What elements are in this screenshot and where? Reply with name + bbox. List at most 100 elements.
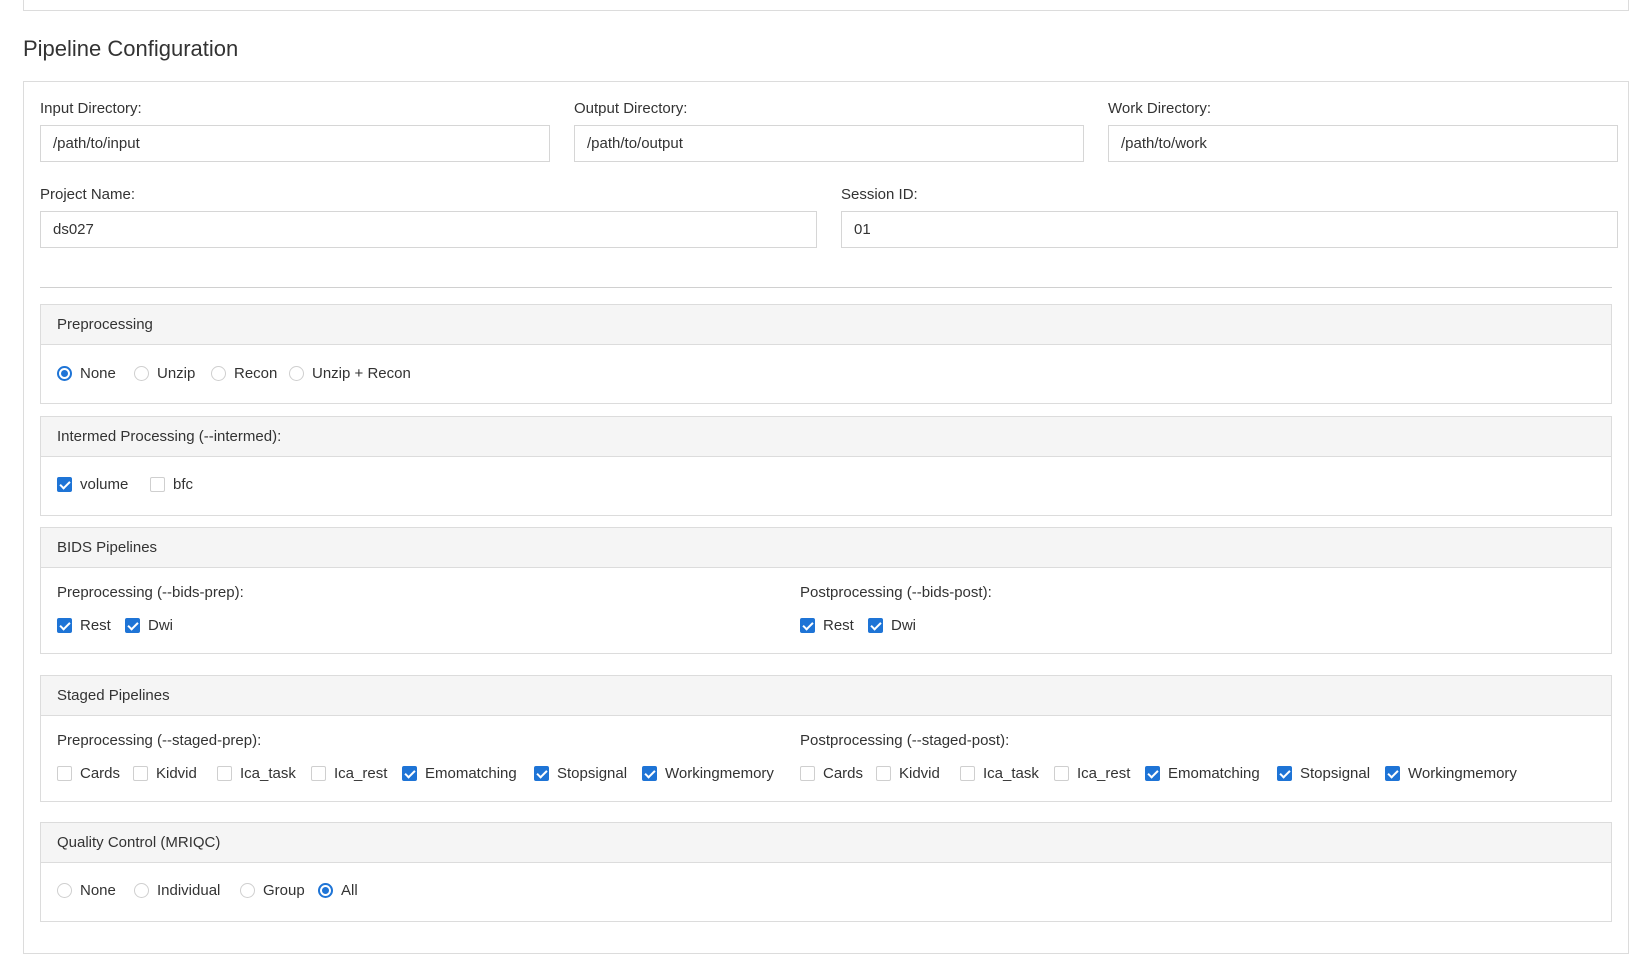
staged-post-emomatching[interactable]: Emomatching: [1145, 764, 1260, 782]
session-id-field[interactable]: [841, 211, 1618, 248]
option-label: volume: [80, 475, 129, 493]
checkbox-unchecked[interactable]: [150, 476, 165, 492]
checkbox-checked[interactable]: [642, 765, 657, 781]
checkbox-checked[interactable]: [125, 617, 140, 633]
option-label: Kidvid: [899, 764, 940, 782]
preprocessing-option-none[interactable]: None: [57, 364, 116, 382]
staged-pipelines-header: Staged Pipelines: [41, 676, 1611, 716]
option-label: All: [341, 881, 358, 899]
bids-prep-dwi[interactable]: Dwi: [125, 616, 173, 634]
radio-unselected[interactable]: [134, 365, 149, 381]
checkbox-checked[interactable]: [57, 476, 72, 492]
staged-prep-stopsignal[interactable]: Stopsignal: [534, 764, 627, 782]
staged-post-ica-task[interactable]: Ica_task: [960, 764, 1039, 782]
option-label: Emomatching: [1168, 764, 1260, 782]
checkbox-unchecked[interactable]: [1054, 765, 1069, 781]
option-label: Cards: [80, 764, 121, 782]
mriqc-group: Quality Control (MRIQC) None Individual …: [40, 822, 1612, 922]
work-directory-label: Work Directory:: [1108, 100, 1212, 117]
checkbox-checked[interactable]: [1385, 765, 1400, 781]
bids-prep-rest[interactable]: Rest: [57, 616, 111, 634]
radio-unselected[interactable]: [211, 365, 226, 381]
staged-post-label: Postprocessing (--staged-post):: [800, 732, 1010, 749]
input-directory-field[interactable]: [40, 125, 550, 162]
checkbox-checked[interactable]: [1277, 765, 1292, 781]
option-label: Rest: [80, 616, 111, 634]
option-label: Individual: [157, 881, 221, 899]
radio-unselected[interactable]: [57, 882, 72, 898]
section-divider: [40, 287, 1612, 288]
option-label: Unzip: [157, 364, 196, 382]
preprocessing-group: Preprocessing None Unzip Recon Unzip + R…: [40, 304, 1612, 404]
staged-post-cards[interactable]: Cards: [800, 764, 863, 782]
mriqc-option-individual[interactable]: Individual: [134, 881, 220, 899]
mriqc-option-all[interactable]: All: [318, 881, 358, 899]
project-name-label: Project Name:: [40, 186, 136, 203]
intermed-group: Intermed Processing (--intermed): volume…: [40, 416, 1612, 516]
staged-prep-kidvid[interactable]: Kidvid: [133, 764, 197, 782]
staged-prep-emomatching[interactable]: Emomatching: [402, 764, 517, 782]
radio-unselected[interactable]: [134, 882, 149, 898]
checkbox-unchecked[interactable]: [800, 765, 815, 781]
work-directory-field[interactable]: [1108, 125, 1618, 162]
option-label: Ica_rest: [334, 764, 388, 782]
option-label: Group: [263, 881, 305, 899]
option-label: Rest: [823, 616, 854, 634]
option-label: Dwi: [891, 616, 916, 634]
checkbox-checked[interactable]: [57, 617, 72, 633]
bids-post-rest[interactable]: Rest: [800, 616, 854, 634]
option-label: Workingmemory: [1408, 764, 1517, 782]
bids-post-label: Postprocessing (--bids-post):: [800, 584, 992, 601]
checkbox-checked[interactable]: [534, 765, 549, 781]
staged-prep-workingmemory[interactable]: Workingmemory: [642, 764, 774, 782]
preprocessing-option-recon[interactable]: Recon: [211, 364, 277, 382]
checkbox-unchecked[interactable]: [57, 765, 72, 781]
checkbox-unchecked[interactable]: [960, 765, 975, 781]
option-label: Kidvid: [156, 764, 197, 782]
mriqc-option-none[interactable]: None: [57, 881, 116, 899]
staged-post-ica-rest[interactable]: Ica_rest: [1054, 764, 1130, 782]
staged-prep-cards[interactable]: Cards: [57, 764, 120, 782]
option-label: Ica_task: [240, 764, 296, 782]
previous-panel-edge: [23, 0, 1629, 11]
input-directory-label: Input Directory:: [40, 100, 142, 117]
output-directory-label: Output Directory:: [574, 100, 688, 117]
radio-unselected[interactable]: [289, 365, 304, 381]
option-label: bfc: [173, 475, 194, 493]
staged-prep-ica-rest[interactable]: Ica_rest: [311, 764, 387, 782]
option-label: Dwi: [148, 616, 173, 634]
preprocessing-option-unzip-recon[interactable]: Unzip + Recon: [289, 364, 411, 382]
staged-post-workingmemory[interactable]: Workingmemory: [1385, 764, 1517, 782]
checkbox-checked[interactable]: [800, 617, 815, 633]
staged-prep-label: Preprocessing (--staged-prep):: [57, 732, 262, 749]
checkbox-unchecked[interactable]: [876, 765, 891, 781]
preprocessing-option-unzip[interactable]: Unzip: [134, 364, 195, 382]
checkbox-checked[interactable]: [1145, 765, 1160, 781]
output-directory-field[interactable]: [574, 125, 1084, 162]
checkbox-unchecked[interactable]: [311, 765, 326, 781]
project-name-field[interactable]: [40, 211, 817, 248]
option-label: None: [80, 364, 116, 382]
bids-post-dwi[interactable]: Dwi: [868, 616, 916, 634]
checkbox-checked[interactable]: [402, 765, 417, 781]
checkbox-checked[interactable]: [868, 617, 883, 633]
staged-post-kidvid[interactable]: Kidvid: [876, 764, 940, 782]
checkbox-unchecked[interactable]: [133, 765, 148, 781]
option-label: Ica_rest: [1077, 764, 1131, 782]
option-label: Unzip + Recon: [312, 364, 411, 382]
staged-prep-ica-task[interactable]: Ica_task: [217, 764, 296, 782]
radio-unselected[interactable]: [240, 882, 255, 898]
staged-post-stopsignal[interactable]: Stopsignal: [1277, 764, 1370, 782]
checkbox-unchecked[interactable]: [217, 765, 232, 781]
option-label: Stopsignal: [1300, 764, 1371, 782]
intermed-option-bfc[interactable]: bfc: [150, 475, 193, 493]
option-label: Stopsignal: [557, 764, 628, 782]
radio-selected[interactable]: [57, 365, 72, 381]
page-title: Pipeline Configuration: [23, 36, 239, 61]
mriqc-option-group[interactable]: Group: [240, 881, 305, 899]
radio-selected[interactable]: [318, 882, 333, 898]
intermed-option-volume[interactable]: volume: [57, 475, 128, 493]
pipeline-config-panel: Input Directory: Output Directory: Work …: [23, 81, 1629, 954]
preprocessing-header: Preprocessing: [41, 305, 1611, 345]
bids-pipelines-header: BIDS Pipelines: [41, 528, 1611, 568]
